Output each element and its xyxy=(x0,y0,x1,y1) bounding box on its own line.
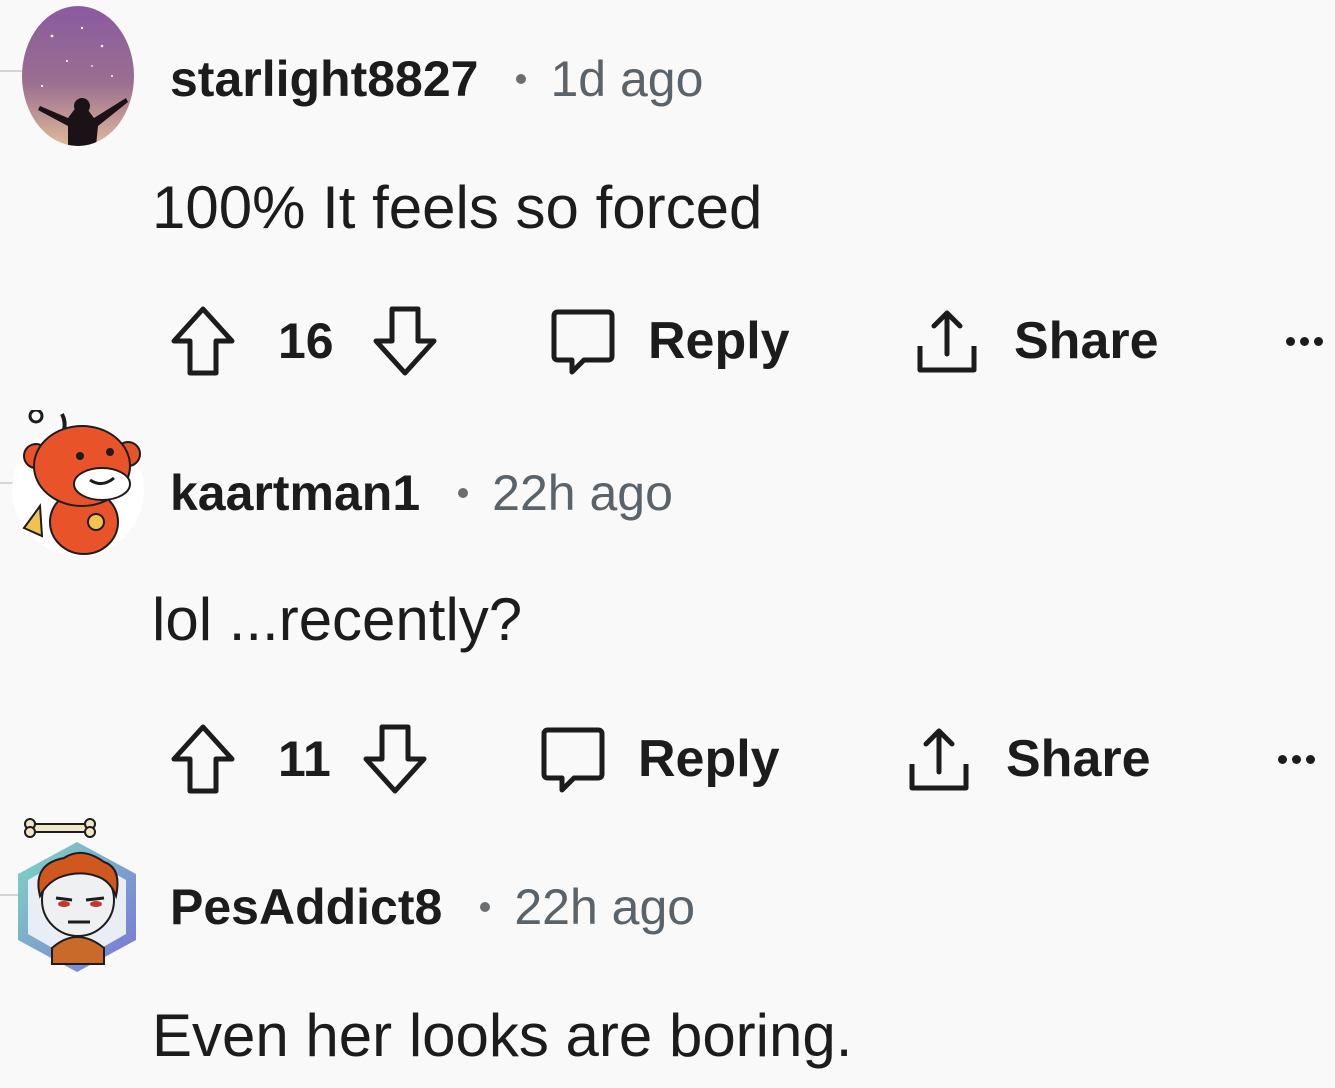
share-upload-icon xyxy=(917,310,977,373)
upvote-button[interactable] xyxy=(168,714,238,804)
arrow-up-outline-icon xyxy=(171,306,235,376)
arrow-up-outline-icon xyxy=(171,724,235,794)
thread-line xyxy=(0,70,24,72)
separator-dot xyxy=(480,902,491,912)
snoo-bear-avatar-icon xyxy=(12,410,144,556)
timestamp[interactable]: 22h ago xyxy=(492,465,673,521)
comment-body: lol ...recently? xyxy=(152,586,523,653)
user-avatar[interactable] xyxy=(10,410,146,558)
overflow-dot xyxy=(1306,754,1315,764)
share-label: Share xyxy=(1014,312,1159,370)
username[interactable]: starlight8827 xyxy=(170,51,478,107)
reply-button[interactable]: Reply xyxy=(536,714,780,804)
share-button[interactable]: Share xyxy=(912,296,1159,386)
overflow-dot xyxy=(1300,336,1309,346)
share-upload-icon xyxy=(909,728,969,791)
comment-body: Even her looks are boring. xyxy=(152,1002,853,1069)
reply-label: Reply xyxy=(648,312,790,370)
upvote-button[interactable] xyxy=(168,296,238,386)
vote-count: 11 xyxy=(278,731,331,787)
arrow-down-outline-icon xyxy=(373,306,437,376)
overflow-dot xyxy=(1292,754,1301,764)
night-sky-silhouette-avatar-icon xyxy=(22,6,134,146)
comment-body: 100% It feels so forced xyxy=(152,174,763,241)
user-avatar[interactable] xyxy=(12,818,142,976)
downvote-button[interactable] xyxy=(370,296,440,386)
more-options-button[interactable] xyxy=(1286,296,1328,386)
reply-label: Reply xyxy=(638,730,780,788)
share-button[interactable]: Share xyxy=(904,714,1151,804)
speech-bubble-icon xyxy=(551,309,615,375)
timestamp[interactable]: 1d ago xyxy=(550,51,703,107)
speech-bubble-icon xyxy=(541,727,605,793)
share-label: Share xyxy=(1006,730,1151,788)
reply-button[interactable]: Reply xyxy=(546,296,790,386)
comment-meta: starlight8827 1d ago xyxy=(170,54,703,104)
overflow-dots-icon xyxy=(1278,754,1287,764)
overflow-dots-icon xyxy=(1286,336,1295,346)
comment-actions: 16 Reply Share xyxy=(160,296,1335,386)
comment-meta: kaartman1 22h ago xyxy=(170,468,673,518)
separator-dot xyxy=(458,488,469,498)
comment-actions: 11 Reply Share xyxy=(160,714,1335,804)
arrow-down-outline-icon xyxy=(363,724,427,794)
separator-dot xyxy=(516,74,527,84)
downvote-button[interactable] xyxy=(360,714,430,804)
username[interactable]: PesAddict8 xyxy=(170,879,442,935)
more-options-button[interactable] xyxy=(1278,714,1320,804)
vote-count: 16 xyxy=(278,313,334,369)
comment-meta: PesAddict8 22h ago xyxy=(170,882,695,932)
snoo-redhead-hex-avatar-icon xyxy=(18,818,136,972)
overflow-dot xyxy=(1314,336,1323,346)
timestamp[interactable]: 22h ago xyxy=(514,879,695,935)
username[interactable]: kaartman1 xyxy=(170,465,420,521)
user-avatar[interactable] xyxy=(22,6,134,146)
